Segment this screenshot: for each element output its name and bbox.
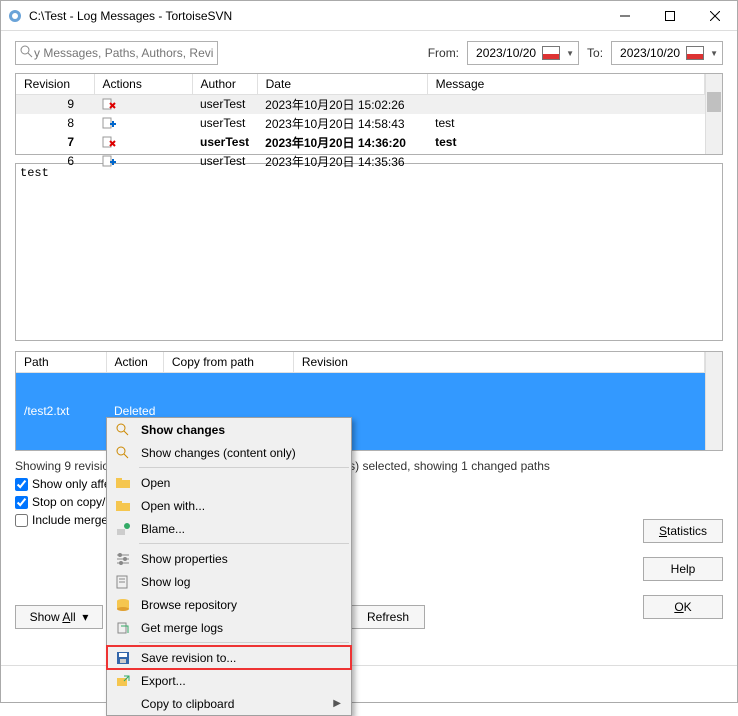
col-actions[interactable]: Actions <box>94 74 192 94</box>
separator <box>139 543 349 544</box>
files-scrollbar[interactable] <box>705 352 722 450</box>
separator <box>139 642 349 643</box>
separator <box>139 467 349 468</box>
calendar-icon <box>686 46 704 60</box>
app-icon <box>7 8 23 24</box>
ctx-browse-repo[interactable]: Browse repository <box>107 593 351 616</box>
from-date-value: 2023/10/20 <box>476 46 536 60</box>
statistics-button[interactable]: Statistics <box>643 519 723 543</box>
ctx-show-log[interactable]: Show log <box>107 570 351 593</box>
magnifier-icon <box>113 445 133 461</box>
rev-date: 2023年10月20日 14:36:20 <box>257 133 427 152</box>
ctx-open-with[interactable]: Open with... <box>107 494 351 517</box>
filter-toolbar: From: 2023/10/20 ▼ To: 2023/10/20 ▼ <box>1 31 737 73</box>
revisions-header-row: Revision Actions Author Date Message <box>16 74 705 94</box>
revision-row[interactable]: 8 userTest2023年10月20日 14:58:43test <box>16 114 705 133</box>
ctx-show-changes-content[interactable]: Show changes (content only) <box>107 441 351 464</box>
help-button[interactable]: Help <box>643 557 723 581</box>
rev-number: 8 <box>16 114 94 133</box>
rev-author: userTest <box>192 114 257 133</box>
revisions-list[interactable]: Revision Actions Author Date Message 9 us… <box>15 73 723 155</box>
rev-date: 2023年10月20日 14:58:43 <box>257 114 427 133</box>
to-date-value: 2023/10/20 <box>620 46 680 60</box>
merge-icon <box>113 620 133 636</box>
ctx-copy-clipboard[interactable]: Copy to clipboard ▶ <box>107 692 351 715</box>
col-action[interactable]: Action <box>106 352 163 372</box>
revision-row[interactable]: 7 userTest2023年10月20日 14:36:20test <box>16 133 705 152</box>
window-title: C:\Test - Log Messages - TortoiseSVN <box>29 9 602 23</box>
from-label: From: <box>428 46 459 60</box>
col-path[interactable]: Path <box>16 352 106 372</box>
ctx-show-properties[interactable]: Show properties <box>107 547 351 570</box>
rev-action-icon <box>94 94 192 114</box>
folder-icon <box>113 498 133 514</box>
commit-message-view[interactable]: test <box>15 163 723 341</box>
rev-message <box>427 152 705 171</box>
rev-date: 2023年10月20日 15:02:26 <box>257 94 427 114</box>
revision-row[interactable]: 6 userTest2023年10月20日 14:35:36 <box>16 152 705 171</box>
rev-action-icon <box>94 114 192 133</box>
col-date[interactable]: Date <box>257 74 427 94</box>
rev-message <box>427 94 705 114</box>
rev-message: test <box>427 133 705 152</box>
revisions-scrollbar[interactable] <box>705 74 722 154</box>
col-revision[interactable]: Revision <box>16 74 94 94</box>
repo-icon <box>113 597 133 613</box>
maximize-button[interactable] <box>647 1 692 31</box>
folder-icon <box>113 475 133 491</box>
search-input-wrap[interactable] <box>15 41 218 65</box>
col-revision[interactable]: Revision <box>293 352 705 372</box>
to-date[interactable]: 2023/10/20 ▼ <box>611 41 723 65</box>
magnifier-icon <box>113 422 133 438</box>
submenu-arrow-icon: ▶ <box>333 698 341 709</box>
revision-row[interactable]: 9 userTest2023年10月20日 15:02:26 <box>16 94 705 114</box>
col-author[interactable]: Author <box>192 74 257 94</box>
export-icon <box>113 673 133 689</box>
chevron-down-icon: ▼ <box>710 49 718 58</box>
save-icon <box>113 650 133 666</box>
rev-number: 9 <box>16 94 94 114</box>
show-all-button[interactable]: Show All ▾ <box>15 605 103 629</box>
rev-action-icon <box>94 152 192 171</box>
col-message[interactable]: Message <box>427 74 705 94</box>
rev-author: userTest <box>192 94 257 114</box>
to-label: To: <box>587 46 603 60</box>
ok-button[interactable]: OK <box>643 595 723 619</box>
from-date[interactable]: 2023/10/20 ▼ <box>467 41 579 65</box>
ctx-blame[interactable]: Blame... <box>107 517 351 540</box>
col-copy-from[interactable]: Copy from path <box>163 352 293 372</box>
rev-author: userTest <box>192 152 257 171</box>
ctx-open[interactable]: Open <box>107 471 351 494</box>
ctx-get-merge-logs[interactable]: Get merge logs <box>107 616 351 639</box>
chevron-down-icon: ▼ <box>566 49 574 58</box>
rev-message: test <box>427 114 705 133</box>
file-path: /test2.txt <box>16 372 106 450</box>
search-icon <box>20 45 34 62</box>
rev-author: userTest <box>192 133 257 152</box>
refresh-button[interactable]: Refresh <box>351 605 425 629</box>
rev-date: 2023年10月20日 14:35:36 <box>257 152 427 171</box>
ctx-export[interactable]: Export... <box>107 669 351 692</box>
rev-number: 6 <box>16 152 94 171</box>
ctx-save-revision-to[interactable]: Save revision to... <box>107 646 351 669</box>
rev-action-icon <box>94 133 192 152</box>
minimize-button[interactable] <box>602 1 647 31</box>
right-buttons: Statistics Help OK <box>643 519 723 619</box>
log-icon <box>113 574 133 590</box>
blame-icon <box>113 521 133 537</box>
close-button[interactable] <box>692 1 737 31</box>
properties-icon <box>113 551 133 567</box>
ctx-show-changes[interactable]: Show changes <box>107 418 351 441</box>
search-input[interactable] <box>34 46 213 60</box>
titlebar: C:\Test - Log Messages - TortoiseSVN <box>1 1 737 31</box>
rev-number: 7 <box>16 133 94 152</box>
files-header-row: Path Action Copy from path Revision <box>16 352 705 372</box>
context-menu: Show changes Show changes (content only)… <box>106 417 352 716</box>
calendar-icon <box>542 46 560 60</box>
